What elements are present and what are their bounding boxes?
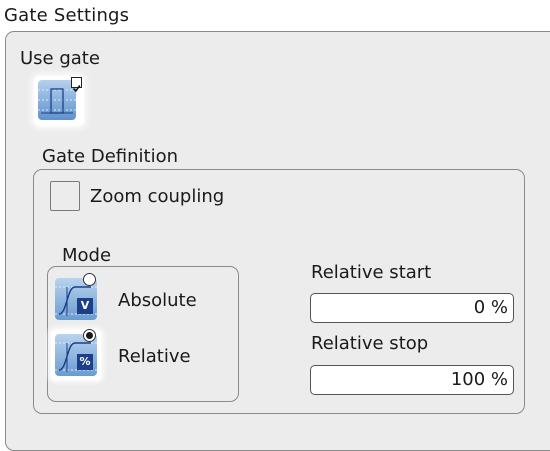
- use-gate-checkbox[interactable]: [71, 77, 82, 93]
- relative-start-label: Relative start: [311, 262, 432, 283]
- zoom-coupling-checkbox[interactable]: [50, 181, 80, 211]
- absolute-radio[interactable]: [83, 273, 96, 286]
- zoom-coupling-label: Zoom coupling: [90, 186, 225, 207]
- checkmark-icon: [72, 85, 81, 93]
- panel-title: Gate Settings: [4, 5, 130, 26]
- relative-stop-input[interactable]: 100 %: [310, 365, 514, 395]
- use-gate-label: Use gate: [20, 48, 100, 69]
- relative-mode-label: Relative: [118, 346, 191, 367]
- relative-unit-badge: %: [77, 354, 93, 370]
- relative-mode-button[interactable]: %: [51, 329, 101, 380]
- relative-stop-label: Relative stop: [311, 333, 429, 354]
- absolute-unit-badge: V: [77, 298, 93, 314]
- mode-title: Mode: [62, 245, 112, 266]
- relative-start-input[interactable]: 0 %: [310, 293, 514, 323]
- gate-definition-title: Gate Definition: [42, 146, 178, 167]
- absolute-mode-label: Absolute: [118, 290, 197, 311]
- use-gate-button[interactable]: [34, 76, 84, 126]
- relative-radio[interactable]: [83, 329, 96, 342]
- absolute-mode-button[interactable]: V: [51, 273, 101, 324]
